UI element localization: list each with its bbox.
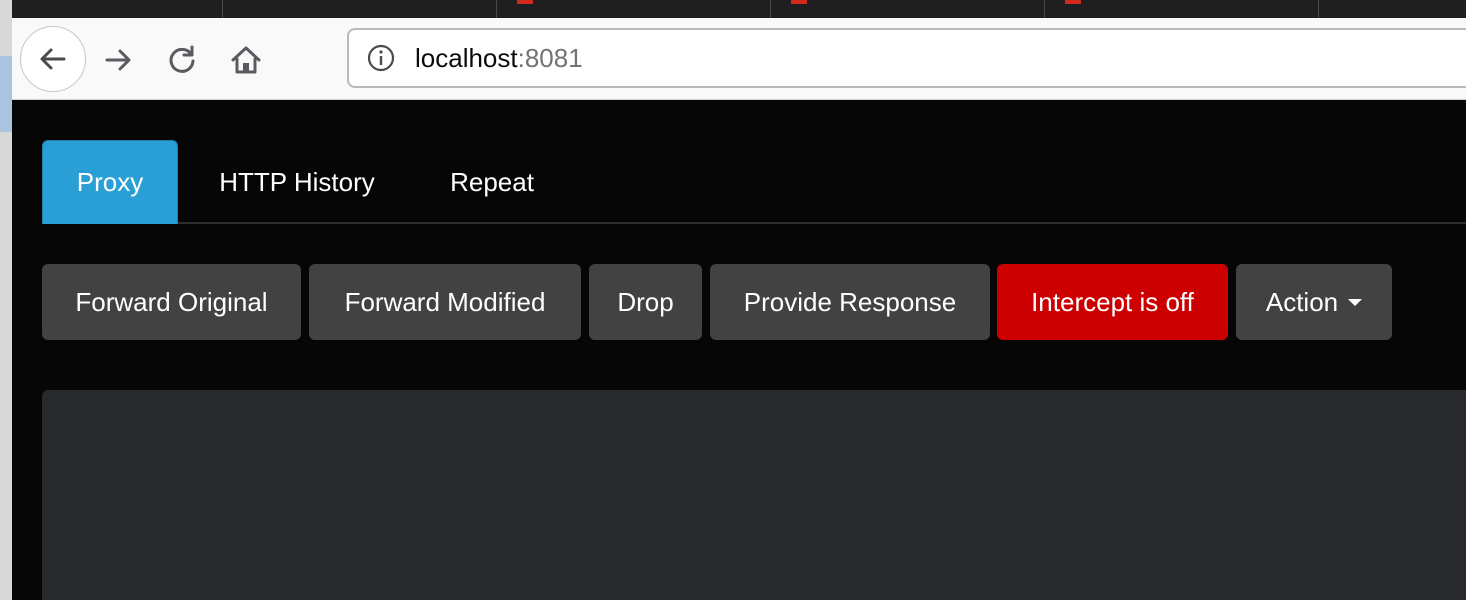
tab-favicon: [791, 0, 807, 4]
browser-tab[interactable]: [223, 0, 497, 18]
forward-arrow-icon: [105, 49, 131, 71]
browser-tab-strip: [12, 0, 1466, 18]
forward-button[interactable]: [98, 40, 138, 80]
home-button[interactable]: [226, 40, 266, 80]
action-label: Action: [1265, 286, 1339, 317]
forward-modified-button[interactable]: Forward Modified: [309, 264, 581, 340]
tab-repeat[interactable]: Repeat: [432, 140, 552, 224]
tab-favicon: [517, 0, 533, 4]
screen: localhost:8081 Proxy HTTP History Repeat…: [0, 0, 1466, 600]
reload-button[interactable]: [162, 40, 202, 80]
provide-response-button[interactable]: Provide Response: [710, 264, 990, 340]
address-bar[interactable]: localhost:8081: [347, 28, 1466, 88]
browser-tab[interactable]: [1045, 0, 1319, 18]
reload-icon: [169, 45, 195, 73]
back-arrow-icon: [40, 48, 66, 70]
tab-http-history[interactable]: HTTP History: [202, 140, 392, 224]
app-content: Proxy HTTP History Repeat Forward Origin…: [12, 100, 1466, 600]
background-window-highlight: [0, 56, 12, 132]
browser-tab[interactable]: [12, 0, 223, 18]
url-host: localhost: [415, 42, 518, 73]
chevron-down-icon: [1348, 298, 1363, 306]
tab-proxy[interactable]: Proxy: [42, 140, 178, 224]
browser-nav-bar: localhost:8081: [12, 18, 1466, 100]
app-tab-bar: Proxy HTTP History Repeat: [42, 140, 1466, 224]
url-port: :8081: [517, 42, 583, 73]
background-window-edge: [0, 0, 12, 600]
tab-favicon: [1065, 0, 1081, 4]
back-button[interactable]: [20, 26, 86, 92]
info-icon[interactable]: [365, 42, 397, 74]
request-editor-panel[interactable]: [42, 390, 1466, 600]
drop-button[interactable]: Drop: [589, 264, 702, 340]
intercept-toggle-button[interactable]: Intercept is off: [997, 264, 1228, 340]
action-dropdown-button[interactable]: Action: [1236, 264, 1392, 340]
home-icon: [231, 46, 261, 74]
forward-original-button[interactable]: Forward Original: [42, 264, 301, 340]
browser-tab[interactable]: [497, 0, 771, 18]
browser-tab[interactable]: [771, 0, 1045, 18]
